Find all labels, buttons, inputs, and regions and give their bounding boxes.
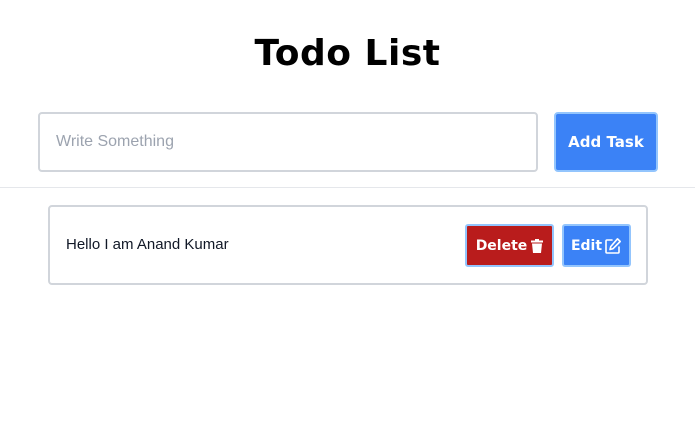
task-input-row: Add Task xyxy=(38,112,658,172)
todo-item: Hello I am Anand Kumar Delete Edit xyxy=(48,205,648,285)
edit-label: Edit xyxy=(570,237,603,254)
todo-text: Hello I am Anand Kumar xyxy=(66,236,229,253)
edit-icon xyxy=(604,237,622,255)
add-task-button[interactable]: Add Task xyxy=(554,112,658,172)
delete-label: Delete xyxy=(475,237,528,254)
todo-list: Hello I am Anand Kumar Delete Edit xyxy=(48,205,648,285)
todo-app: Todo List Add Task Hello I am Anand Kuma… xyxy=(0,0,695,440)
trash-icon xyxy=(531,238,544,253)
page-title: Todo List xyxy=(254,33,441,74)
task-input[interactable] xyxy=(38,112,538,172)
edit-button[interactable]: Edit xyxy=(562,224,631,267)
divider xyxy=(0,187,695,188)
delete-button[interactable]: Delete xyxy=(465,224,554,267)
